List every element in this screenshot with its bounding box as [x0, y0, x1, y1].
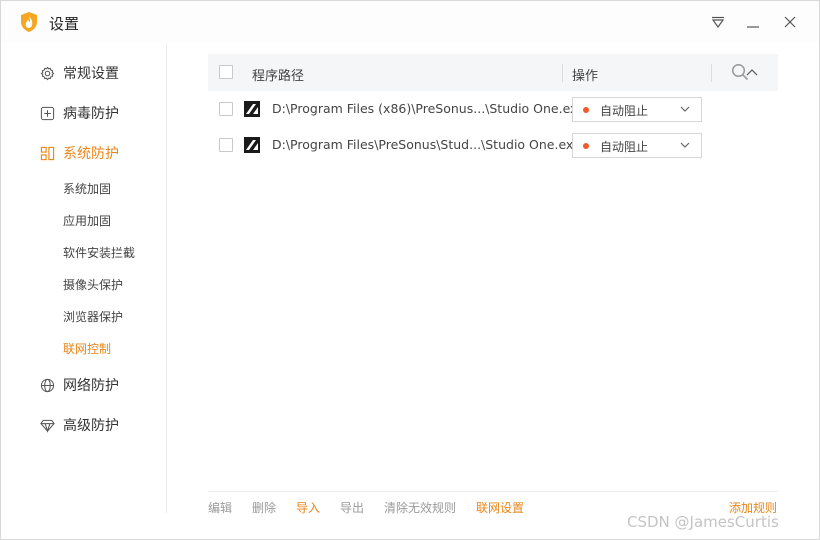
- window-title: 设置: [49, 15, 80, 33]
- triangle-down-icon: [711, 16, 725, 28]
- globe-icon: [39, 377, 55, 393]
- edit-button[interactable]: 编辑: [208, 499, 232, 516]
- grid-icon: [39, 145, 55, 161]
- row-checkbox[interactable]: [219, 102, 233, 116]
- footer-divider: [208, 491, 778, 492]
- delete-button[interactable]: 删除: [252, 499, 276, 516]
- sidebar-item-system[interactable]: 系统防护: [39, 141, 119, 165]
- program-path: D:\Program Files (x86)\PreSonus...\Studi…: [272, 101, 585, 116]
- sidebar-item-label: 常规设置: [63, 66, 119, 82]
- diamond-icon: [39, 417, 55, 433]
- gear-icon: [39, 65, 55, 81]
- close-icon: [784, 16, 796, 28]
- sidebar-item-label: 高级防护: [63, 418, 119, 434]
- table-header: 程序路径 操作: [208, 54, 778, 91]
- status-dot: [583, 107, 589, 113]
- sub-item-camera-protect[interactable]: 摄像头保护: [63, 276, 123, 294]
- studio-one-app-icon: [244, 101, 260, 117]
- sidebar-item-virus[interactable]: 病毒防护: [39, 101, 119, 125]
- sub-item-browser-protect[interactable]: 浏览器保护: [63, 308, 123, 326]
- plus-square-icon: [39, 105, 55, 121]
- import-button[interactable]: 导入: [296, 499, 320, 516]
- sidebar-item-network[interactable]: 网络防护: [39, 373, 119, 397]
- sidebar: 常规设置 病毒防护 系统防护 系统加固 应用加固 软件安装拦截 摄像头保护 浏览…: [1, 43, 167, 513]
- sub-item-network-control[interactable]: 联网控制: [63, 340, 111, 358]
- shield-flame-logo-icon: [21, 12, 37, 32]
- minimize-button[interactable]: [742, 11, 764, 33]
- chevron-down-icon: [680, 142, 690, 148]
- settings-window: 设置 常规设置 病毒防护 系统防护 系统加固 应用加固 软件安装拦截 摄像头保护…: [0, 0, 820, 540]
- sidebar-item-label: 系统防护: [63, 146, 119, 162]
- watermark: CSDN @JamesCurtis: [627, 513, 779, 531]
- row-checkbox[interactable]: [219, 138, 233, 152]
- title-bar: 设置: [1, 1, 819, 43]
- search-icon[interactable]: [731, 63, 749, 81]
- column-divider: [711, 64, 712, 82]
- network-settings-button[interactable]: 联网设置: [476, 499, 524, 516]
- table-row: D:\Program Files (x86)\PreSonus...\Studi…: [208, 91, 778, 127]
- column-divider: [562, 64, 563, 82]
- sub-item-install-block[interactable]: 软件安装拦截: [63, 244, 135, 262]
- action-select[interactable]: 自动阻止: [572, 97, 702, 122]
- action-select[interactable]: 自动阻止: [572, 133, 702, 158]
- close-button[interactable]: [779, 11, 801, 33]
- clear-invalid-rules-button[interactable]: 清除无效规则: [384, 499, 456, 516]
- program-path: D:\Program Files\PreSonus\Stud...\Studio…: [272, 137, 581, 152]
- chevron-down-icon: [680, 106, 690, 112]
- action-select-value: 自动阻止: [600, 140, 649, 154]
- action-select-value: 自动阻止: [600, 104, 649, 118]
- minimize-icon: [747, 26, 759, 28]
- column-header-action: 操作: [572, 69, 599, 84]
- menu-button[interactable]: [707, 11, 729, 33]
- sidebar-item-general[interactable]: 常规设置: [39, 61, 119, 85]
- table-row: D:\Program Files\PreSonus\Stud...\Studio…: [208, 127, 778, 163]
- studio-one-app-icon: [244, 137, 260, 153]
- sub-item-system-hardening[interactable]: 系统加固: [63, 180, 111, 198]
- sidebar-item-label: 网络防护: [63, 378, 119, 394]
- sidebar-item-advanced[interactable]: 高级防护: [39, 413, 119, 437]
- status-dot: [583, 143, 589, 149]
- select-all-checkbox[interactable]: [219, 65, 233, 79]
- export-button[interactable]: 导出: [340, 499, 364, 516]
- sidebar-item-label: 病毒防护: [63, 106, 119, 122]
- sub-item-app-hardening[interactable]: 应用加固: [63, 212, 111, 230]
- column-header-path[interactable]: 程序路径: [252, 65, 304, 84]
